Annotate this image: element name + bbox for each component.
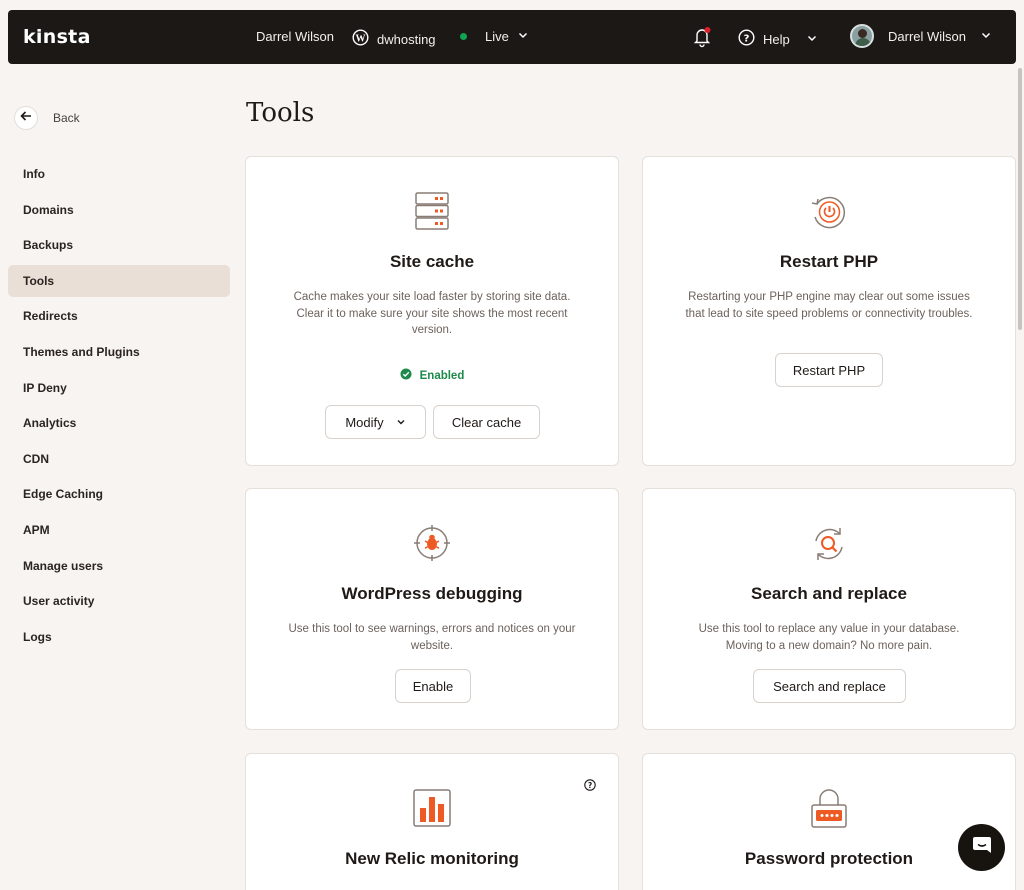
new-relic-card: ? New Relic monitoring (245, 753, 619, 890)
padlock-icon (809, 788, 849, 835)
environment-switcher[interactable]: Live (460, 29, 529, 44)
sidebar-item-logs[interactable]: Logs (8, 621, 230, 653)
sidebar-item-cdn[interactable]: CDN (8, 443, 230, 475)
enable-label: Enable (412, 678, 454, 694)
modify-label: Modify (345, 414, 384, 430)
page-scrollbar[interactable] (1018, 68, 1022, 330)
enable-debugging-button[interactable]: Enable (395, 669, 471, 703)
site-sidebar-nav: Info Domains Backups Tools Redirects The… (8, 158, 230, 656)
chevron-down-icon (396, 415, 406, 430)
clear-cache-label: Clear cache (451, 414, 522, 430)
company-switcher[interactable]: Darrel Wilson (256, 29, 334, 44)
top-navigation-bar: kinsta Darrel Wilson W dwhosting Live ? … (8, 10, 1016, 64)
svg-text:?: ? (744, 33, 750, 44)
search-replace-description: Use this tool to replace any value in yo… (698, 623, 960, 652)
bell-icon (692, 26, 712, 51)
chat-launcher-button[interactable] (958, 824, 1005, 871)
chevron-down-icon (517, 29, 529, 44)
live-status-dot (460, 33, 467, 40)
wordpress-icon: W (352, 29, 369, 49)
sidebar-item-ip-deny[interactable]: IP Deny (8, 372, 230, 404)
new-relic-title: New Relic monitoring (345, 849, 519, 868)
cache-status-badge: Enabled (246, 368, 618, 383)
modify-cache-button[interactable]: Modify (325, 405, 426, 439)
search-replace-card: Search and replace Use this tool to repl… (642, 488, 1016, 730)
sidebar-item-tools[interactable]: Tools (8, 264, 230, 297)
sidebar-item-analytics[interactable]: Analytics (8, 407, 230, 439)
question-circle-icon: ? (738, 29, 755, 49)
sidebar-item-user-activity[interactable]: User activity (8, 585, 230, 617)
sidebar-item-edge-caching[interactable]: Edge Caching (8, 478, 230, 510)
password-protection-card: Password protection (642, 753, 1016, 890)
page-title: Tools (246, 98, 315, 128)
site-cache-card: Site cache Cache makes your site load fa… (245, 156, 619, 466)
chevron-down-icon (980, 29, 992, 44)
restart-php-card: Restart PHP Restarting your PHP engine m… (642, 156, 1016, 466)
server-stack-icon (414, 191, 450, 236)
bug-target-icon (412, 523, 452, 568)
account-menu[interactable]: Darrel Wilson (850, 24, 992, 48)
arrow-left-icon (19, 109, 33, 128)
help-label: Help (763, 31, 790, 47)
site-switcher[interactable]: W dwhosting (352, 29, 436, 49)
sidebar-item-themes-and-plugins[interactable]: Themes and Plugins (8, 336, 230, 368)
search-refresh-icon (809, 525, 849, 568)
restart-php-button[interactable]: Restart PHP (775, 353, 883, 387)
kinsta-logo[interactable]: kinsta (23, 26, 91, 48)
back-button[interactable] (14, 106, 38, 130)
notifications-button[interactable] (692, 26, 712, 51)
power-restart-icon (809, 193, 849, 236)
sidebar-item-manage-users[interactable]: Manage users (8, 550, 230, 582)
sidebar-item-domains[interactable]: Domains (8, 194, 230, 226)
question-circle-icon[interactable]: ? (584, 778, 596, 796)
clear-cache-button[interactable]: Clear cache (433, 405, 540, 439)
account-name: Darrel Wilson (888, 28, 967, 44)
search-replace-label: Search and replace (773, 678, 886, 694)
search-replace-title: Search and replace (751, 584, 907, 603)
restart-php-label: Restart PHP (792, 362, 866, 378)
cache-status-label: Enabled (419, 369, 465, 382)
help-menu[interactable]: ? Help (738, 29, 818, 49)
company-name: Darrel Wilson (256, 29, 335, 44)
svg-text:?: ? (588, 781, 592, 790)
svg-text:W: W (356, 33, 366, 44)
chevron-down-icon (806, 32, 818, 47)
wordpress-debugging-description: Use this tool to see warnings, errors an… (288, 623, 576, 652)
avatar (850, 24, 874, 48)
restart-php-description: Restarting your PHP engine may clear out… (685, 291, 973, 320)
sidebar-item-apm[interactable]: APM (8, 514, 230, 546)
wordpress-debugging-card: WordPress debugging Use this tool to see… (245, 488, 619, 730)
search-replace-button[interactable]: Search and replace (753, 669, 906, 703)
site-name: dwhosting (377, 31, 436, 47)
environment-label: Live (485, 29, 509, 44)
bar-chart-icon (412, 788, 452, 833)
back-label[interactable]: Back (53, 111, 80, 125)
site-cache-title: Site cache (389, 252, 475, 271)
wordpress-debugging-title: WordPress debugging (341, 584, 523, 603)
check-circle-icon (400, 368, 412, 383)
site-cache-description: Cache makes your site load faster by sto… (293, 291, 571, 336)
restart-php-title: Restart PHP (779, 252, 879, 271)
sidebar-item-backups[interactable]: Backups (8, 229, 230, 261)
chat-icon (971, 834, 993, 861)
sidebar-item-redirects[interactable]: Redirects (8, 300, 230, 332)
sidebar-item-info[interactable]: Info (8, 158, 230, 190)
